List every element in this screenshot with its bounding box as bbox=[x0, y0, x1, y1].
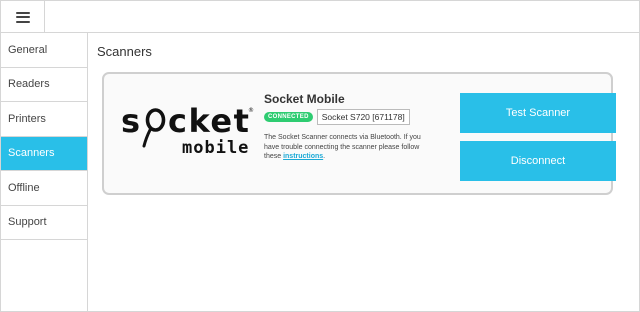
status-row: CONNECTED Socket S720 [671178] bbox=[264, 109, 434, 125]
sidebar-item-support[interactable]: Support bbox=[1, 206, 87, 240]
top-bar bbox=[0, 0, 640, 33]
sidebar: General Readers Printers Scanners Offlin… bbox=[0, 33, 88, 312]
sidebar-item-general[interactable]: General bbox=[1, 33, 87, 68]
menu-button[interactable] bbox=[1, 1, 45, 33]
main-content: Scanners s cket ® mobile Socket Mobile C… bbox=[88, 33, 640, 312]
svg-text:s: s bbox=[121, 102, 142, 140]
hamburger-menu-icon bbox=[15, 11, 30, 23]
sidebar-item-readers[interactable]: Readers bbox=[1, 68, 87, 102]
scanner-description: The Socket Scanner connects via Bluetoot… bbox=[264, 134, 421, 160]
svg-text:®: ® bbox=[248, 107, 254, 114]
page-title: Scanners bbox=[97, 44, 152, 59]
instructions-link[interactable]: instructions bbox=[283, 153, 323, 160]
svg-text:cket: cket bbox=[168, 102, 250, 140]
test-scanner-button[interactable]: Test Scanner bbox=[460, 93, 616, 133]
sidebar-item-offline[interactable]: Offline bbox=[1, 171, 87, 206]
sidebar-item-scanners[interactable]: Scanners bbox=[1, 136, 87, 171]
scanner-info: Socket Mobile CONNECTED Socket S720 [671… bbox=[264, 92, 434, 162]
svg-text:mobile: mobile bbox=[182, 138, 249, 158]
scanner-card: s cket ® mobile Socket Mobile CONNECTED … bbox=[102, 72, 616, 195]
device-name: Socket Mobile bbox=[264, 92, 345, 106]
disconnect-button[interactable]: Disconnect bbox=[460, 141, 616, 181]
connected-status-badge: CONNECTED bbox=[264, 112, 313, 122]
socket-mobile-logo: s cket ® mobile bbox=[121, 102, 254, 158]
scanner-model-label: Socket S720 [671178] bbox=[316, 109, 410, 125]
sidebar-item-printers[interactable]: Printers bbox=[1, 102, 87, 137]
